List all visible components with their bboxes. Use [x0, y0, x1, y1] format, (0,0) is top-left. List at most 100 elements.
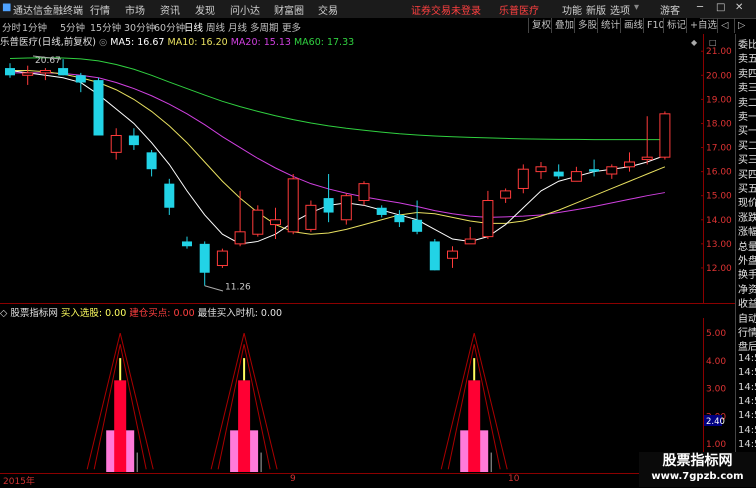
axis-toggle-icon[interactable]: ◆: [691, 38, 698, 47]
side-panel-item: 买三: [738, 155, 756, 167]
tool-mark[interactable]: 标记: [663, 18, 686, 33]
candle-body: [146, 152, 157, 170]
watermark-title: 股票指标网: [662, 453, 733, 469]
period-tab-daily[interactable]: 日线: [184, 20, 203, 34]
candle-body: [570, 171, 582, 182]
menu-newversion[interactable]: 新版: [586, 2, 606, 17]
period-tab-1min[interactable]: 1分钟: [22, 20, 47, 34]
candle-body: [641, 156, 653, 161]
candle: [482, 190, 494, 240]
price-axis-label: 13.00: [706, 240, 732, 250]
watermark-url: www.7gpzb.com: [651, 471, 744, 482]
candle: [164, 178, 175, 215]
price-axis-label: 21.00: [706, 47, 732, 57]
candle: [323, 174, 334, 223]
side-panel-item: 14:50: [738, 410, 756, 422]
candle-body: [234, 231, 246, 245]
tool-draw[interactable]: 画线: [620, 18, 643, 33]
candle-body: [128, 135, 139, 146]
indicator-current-value: 2.40: [706, 417, 725, 427]
candle: [464, 226, 476, 245]
candle: [659, 111, 671, 160]
side-panel-item: 涨幅: [738, 227, 756, 239]
period-tab-60min[interactable]: 60分钟: [154, 20, 185, 34]
menu-item-markets[interactable]: 市场: [125, 2, 145, 17]
price-axis-label: 18.00: [706, 119, 732, 129]
period-tab-intraday[interactable]: 分时: [2, 20, 21, 34]
side-panel-item: 卖五: [738, 54, 756, 66]
period-tab-multi[interactable]: 多周期: [250, 20, 279, 34]
period-tab-monthly[interactable]: 月线: [228, 20, 247, 34]
indicator-red-bar: [114, 380, 127, 472]
minimize-icon[interactable]: ─: [697, 2, 703, 13]
period-tab-5min[interactable]: 5分钟: [60, 20, 85, 34]
ma10-line: [10, 69, 666, 235]
menu-function[interactable]: 功能: [562, 2, 582, 17]
side-panel-item: 净资: [738, 284, 756, 296]
side-panel-item: 收益: [738, 299, 756, 311]
candle: [252, 205, 264, 237]
menu-options[interactable]: 选项: [610, 2, 630, 17]
candle-body: [75, 75, 86, 83]
period-tab-15min[interactable]: 15分钟: [90, 20, 121, 34]
candle: [429, 239, 440, 271]
price-axis-label: 16.00: [706, 168, 732, 178]
tool-stats[interactable]: 统计: [597, 18, 620, 33]
low-annotation-pointer: [204, 285, 224, 292]
side-panel-item: 卖一: [738, 112, 756, 123]
candle: [75, 72, 86, 93]
dropdown-icon[interactable]: ▾: [634, 2, 639, 13]
ma20-line: [10, 72, 665, 218]
candle-body: [606, 166, 618, 175]
side-panel-item: 14:50: [738, 352, 756, 364]
login-notice[interactable]: 证券交易未登录: [411, 2, 481, 17]
candle-body: [429, 241, 440, 271]
side-panel-item: 14:50: [738, 381, 756, 393]
candle-body: [589, 169, 600, 172]
candle: [270, 207, 281, 240]
tool-overlay[interactable]: 叠加: [551, 18, 574, 33]
ma5-line: [9, 69, 666, 245]
tool-f10[interactable]: F10: [643, 18, 665, 33]
stock-name-title: 乐普医疗: [499, 6, 539, 17]
tool-adjust[interactable]: 复权: [528, 18, 551, 33]
candle: [340, 193, 352, 225]
candle: [146, 149, 157, 177]
candle-body: [535, 166, 547, 173]
candle: [182, 236, 192, 249]
tool-multi[interactable]: 多股: [574, 18, 597, 33]
candle: [641, 116, 653, 165]
tool-back-icon[interactable]: ◁: [717, 18, 728, 33]
tool-watchlist-label: 自选: [697, 20, 717, 31]
menu-guest[interactable]: 游客: [660, 2, 680, 17]
side-panel-item: 自动: [738, 313, 756, 325]
side-panel-item: 外盘: [738, 256, 756, 267]
period-tab-more[interactable]: 更多: [282, 20, 301, 34]
indicator-axis-label: 3.00: [706, 385, 726, 395]
menu-item-market[interactable]: 行情: [90, 2, 110, 17]
candle: [517, 164, 529, 194]
candle-body: [464, 238, 476, 245]
side-panel-item: 涨跌: [738, 212, 756, 224]
menu-item-news[interactable]: 资讯: [160, 2, 180, 17]
candle-body: [323, 198, 334, 213]
menu-item-trade[interactable]: 交易: [318, 2, 338, 17]
tool-forward-icon[interactable]: ▷: [734, 18, 745, 33]
candle: [216, 248, 228, 268]
price-chart[interactable]: 20.67 11.26 21.0020.0019.0018.0017.0016.…: [0, 34, 735, 304]
indicator-signal: [86, 332, 154, 472]
tool-watchlist[interactable]: +自选: [686, 18, 717, 33]
period-tab-weekly[interactable]: 周线: [206, 20, 225, 34]
menu-item-discover[interactable]: 发现: [195, 2, 215, 17]
maximize-icon[interactable]: □: [716, 2, 725, 13]
watermark: 股票指标网 www.7gpzb.com: [639, 452, 756, 487]
close-icon[interactable]: ✕: [735, 2, 743, 13]
menu-item-wealth[interactable]: 财富圈: [274, 2, 304, 17]
plus-icon: +: [690, 20, 698, 31]
expand-icon[interactable]: □: [709, 38, 717, 47]
menu-item-ask[interactable]: 问小达: [230, 2, 260, 17]
candle-body: [553, 171, 564, 177]
indicator-chart[interactable]: 5.004.003.002.001.00 2.40: [0, 318, 735, 474]
period-tab-30min[interactable]: 30分钟: [124, 20, 155, 34]
price-axis-label: 14.00: [706, 216, 732, 226]
